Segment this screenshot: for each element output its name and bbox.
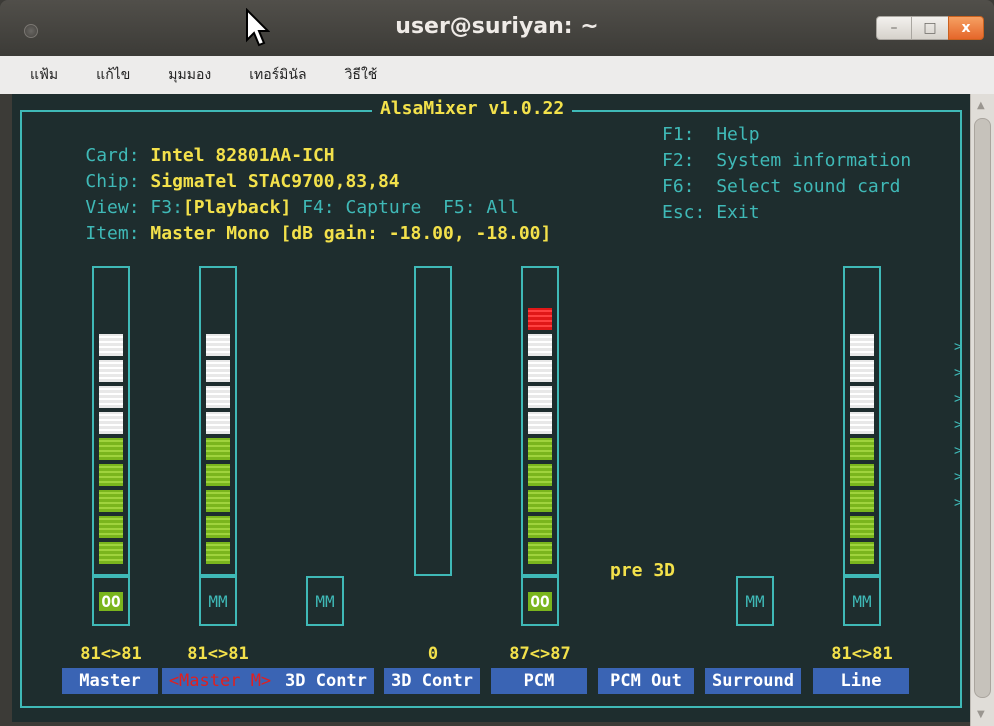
menu-help[interactable]: วิธีใช้ [345,64,378,86]
line-volume-bar[interactable] [843,266,881,576]
item-value: Master Mono [dB gain: -18.00, -18.00] [150,223,552,244]
pcm-volume-value: 87<>87 [509,644,571,664]
maximize-button[interactable]: □ [912,16,948,40]
help-f6[interactable]: F6: Select sound card [662,176,900,197]
help-esc-key: Esc: [662,202,706,223]
close-button[interactable]: x [948,16,984,40]
help-f1-key: F1: [662,124,695,145]
line-volume-value: 81<>81 [831,644,893,664]
channel-label-master[interactable]: Master [62,668,158,694]
mouse-pointer-icon [246,8,270,47]
master-mono-mute-toggle[interactable]: MM [199,576,237,626]
menu-bar: แฟ้ม แก้ไข มุมมอง เทอร์มินัล วิธีใช้ [0,56,994,94]
channel-label-line[interactable]: Line [813,668,909,694]
menu-file[interactable]: แฟ้ม [30,64,58,86]
line-level-fill [850,332,874,570]
surround-mute-state: MM [745,591,765,611]
line-mute-toggle[interactable]: MM [843,576,881,626]
item-key: Item: [85,223,140,244]
menu-edit[interactable]: แก้ไข [96,64,130,86]
channel-label-master-mono[interactable]: <Master M> [162,668,278,694]
pcm-mute-toggle[interactable]: OO [521,576,559,626]
help-f2-label: System information [716,150,912,171]
pcm-level-fill [528,306,552,570]
3d-control-switch[interactable]: MM [306,576,344,626]
alsamixer-title: AlsaMixer v1.0.22 [372,98,573,119]
scroll-thumb[interactable] [974,118,991,698]
channel-label-pcm[interactable]: PCM [491,668,587,694]
menu-terminal[interactable]: เทอร์มินัล [249,64,306,86]
channel-label-surround[interactable]: Surround [705,668,801,694]
channel-label-3d-control-2[interactable]: 3D Contr [384,668,480,694]
channel-label-3d-control-1[interactable]: 3D Contr [278,668,374,694]
surround-mute-toggle[interactable]: MM [736,576,774,626]
master-mono-volume-bar[interactable] [199,266,237,576]
channel-label-pcm-out[interactable]: PCM Out [598,668,694,694]
master-mono-mute-state: MM [208,591,228,611]
master-level-fill [99,332,123,570]
help-f6-label: Select sound card [716,176,901,197]
help-esc[interactable]: Esc: Exit [662,202,760,223]
pcm-volume-bar[interactable] [521,266,559,576]
master-mono-level-fill [206,332,230,570]
master-mono-volume-value: 81<>81 [187,644,249,664]
master-mute-state: OO [99,591,123,611]
3d-control-switch-state: MM [315,591,335,611]
terminal-scrollbar[interactable]: ▲ ▼ [970,94,994,726]
help-esc-label: Exit [716,202,760,223]
pcm-out-state[interactable]: pre 3D [610,560,675,581]
master-mute-toggle[interactable]: OO [92,576,130,626]
3d-control-volume-bar[interactable] [414,266,452,576]
master-volume-bar[interactable] [92,266,130,576]
item-line: Item: Master Mono [dB gain: -18.00, -18.… [42,202,551,265]
pcm-mute-state: OO [528,591,552,611]
help-f1[interactable]: F1: Help [662,124,760,145]
help-f6-key: F6: [662,176,695,197]
window-titlebar[interactable]: user@suriyan: ~ – □ x [0,0,994,56]
help-f2[interactable]: F2: System information [662,150,911,171]
minimize-button[interactable]: – [876,16,912,40]
line-mute-state: MM [852,591,872,611]
menu-view[interactable]: มุมมอง [168,64,211,86]
window-controls: – □ x [876,16,984,40]
help-f2-key: F2: [662,150,695,171]
terminal-area[interactable]: AlsaMixer v1.0.22 Card: Intel 82801AA-IC… [12,94,970,722]
more-channels-indicator: > > > > > > > [954,339,963,511]
3d-control-volume-value: 0 [427,644,439,664]
help-f1-label: Help [716,124,760,145]
scroll-down-arrow-icon[interactable]: ▼ [977,709,985,720]
master-volume-value: 81<>81 [80,644,142,664]
scroll-up-arrow-icon[interactable]: ▲ [977,100,985,111]
window-title: user@suriyan: ~ [395,14,599,39]
